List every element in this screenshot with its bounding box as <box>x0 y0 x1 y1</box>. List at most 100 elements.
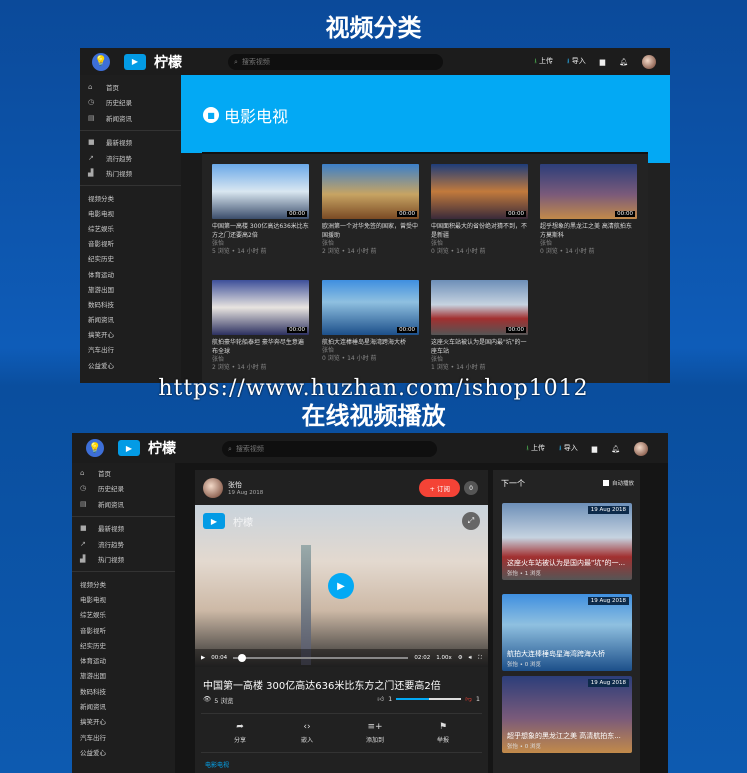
share-button[interactable]: ➦ 分享 <box>215 722 265 744</box>
sidebar-item-trending[interactable]: ↗ 流行趋势 <box>80 150 181 166</box>
upload-button[interactable]: ⭳ 上传 <box>526 443 545 455</box>
fullscreen-icon[interactable]: ⛶ <box>478 655 482 662</box>
sidebar-category-item[interactable]: 新闻资讯 <box>72 698 175 713</box>
video-thumbnail[interactable]: 00:00 <box>212 164 309 219</box>
sidebar-item-trending[interactable]: ↗ 流行趋势 <box>72 536 175 552</box>
channel-name[interactable]: 张怡 <box>228 480 263 490</box>
video-card[interactable]: 00:00 超乎想象的黑龙江之美 高清航拍东方莫斯科 张怡 0 浏览 • 14 小时 … <box>540 164 637 256</box>
sidebar-category-item[interactable]: 新闻资讯 <box>80 312 181 327</box>
sidebar-category-item[interactable]: 数码科技 <box>80 296 181 311</box>
sidebar-category-item[interactable]: 综艺娱乐 <box>80 220 181 235</box>
video-thumbnail[interactable]: 00:00 <box>431 280 528 335</box>
sidebar-item-news[interactable]: ▤ 新闻资讯 <box>80 110 181 126</box>
import-button[interactable]: ⭳ 导入 <box>567 56 586 68</box>
video-thumbnail[interactable]: 00:00 <box>322 164 419 219</box>
logo-play-icon: ▶ <box>124 53 146 70</box>
sidebar-category-item[interactable]: 旅游出国 <box>72 668 175 683</box>
video-card-title[interactable]: 航拍大连棒棰岛星海湾跨海大桥 <box>322 338 419 347</box>
video-thumbnail[interactable]: 00:00 <box>212 280 309 335</box>
sidebar-item-latest[interactable]: ■ 最新视频 <box>72 521 175 537</box>
sidebar-category-item[interactable]: 公益爱心 <box>80 357 181 372</box>
video-card[interactable]: 00:00 航拍大连棒棰岛星海湾跨海大桥 张怡 0 浏览 • 14 小时 前 <box>322 280 419 363</box>
sidebar-item-news[interactable]: ▤ 新闻资讯 <box>72 496 175 512</box>
bell-icon[interactable]: 🔔︎ <box>619 58 628 66</box>
report-button[interactable]: ⚑ 举报 <box>418 722 468 744</box>
sidebar-item-hot[interactable]: ▟ 热门视频 <box>80 166 181 182</box>
category-link[interactable]: 电影电视 <box>205 760 229 769</box>
search-input[interactable]: ⌕ 搜索视频 <box>222 441 437 457</box>
video-card[interactable]: 00:00 欧洲第一个对华免签的国家，曾受中国援助 张怡 2 浏览 • 14 小时 前 <box>322 164 419 256</box>
sidebar-category-item[interactable]: 旅游出国 <box>80 281 181 296</box>
search-input[interactable]: ⌕ 搜索视频 <box>228 54 443 70</box>
like-icon[interactable]: 👍︎ <box>377 695 384 703</box>
avatar[interactable] <box>634 442 648 456</box>
video-card-title[interactable]: 欧洲第一个对华免签的国家，曾受中国援助 <box>322 222 419 240</box>
video-thumbnail[interactable]: 00:00 <box>540 164 637 219</box>
add-to-playlist-button[interactable]: ≡+ 添加到 <box>350 722 400 744</box>
upload-button[interactable]: ⭳ 上传 <box>534 56 553 68</box>
sidebar-category-item[interactable]: 视频分类 <box>80 190 181 205</box>
video-thumbnail[interactable]: 00:00 <box>322 280 419 335</box>
play-button-icon[interactable]: ▶ <box>201 655 205 661</box>
video-card[interactable]: 00:00 航拍豪华轮船泰坦 豪华奔尽生意遍布全球 张怡 2 浏览 • 14 小时 前 <box>212 280 309 372</box>
fullscreen-expand-icon[interactable]: ⤢ <box>462 512 480 530</box>
video-card[interactable]: 00:00 中国面积最大的省份绝对猜不到，不是新疆 张怡 0 浏览 • 14 小时 前 <box>431 164 528 256</box>
sidebar-item-history[interactable]: ◷ 历史纪录 <box>80 95 181 111</box>
bell-icon[interactable]: 🔔︎ <box>611 445 620 453</box>
autoplay-toggle[interactable]: 自动播放 <box>602 479 634 487</box>
bulb-icon[interactable]: 💡 <box>92 52 110 71</box>
sidebar-category-item[interactable]: 汽车出行 <box>72 729 175 744</box>
sidebar-category-item[interactable]: 音影视听 <box>72 622 175 637</box>
sidebar-category-item[interactable]: 视频分类 <box>72 576 175 591</box>
sidebar-category-item[interactable]: 数码科技 <box>72 683 175 698</box>
seek-bar[interactable] <box>233 654 409 662</box>
sidebar-item-home[interactable]: ⌂ 首页 <box>80 79 181 95</box>
play-icon[interactable]: ▶ <box>328 573 354 599</box>
subscribe-button[interactable]: + 订阅 <box>419 479 460 497</box>
video-card-title[interactable]: 这座火车站被认为是国内最"坑"的一座车站 <box>431 338 528 356</box>
sidebar-item-latest[interactable]: ■ 最新视频 <box>80 135 181 151</box>
import-button[interactable]: ⭳ 导入 <box>559 443 578 455</box>
sidebar: ⌂ 首页 ◷ 历史纪录 ▤ 新闻资讯 ■ 最新视频 ↗ 流行趋势 ▟ 热门视频 视频分类 电影… <box>80 75 181 383</box>
sidebar-category-item[interactable]: 综艺娱乐 <box>72 607 175 622</box>
settings-icon[interactable]: ⚙ <box>458 655 463 661</box>
sidebar-category-item[interactable]: 电影电视 <box>80 205 181 220</box>
sidebar-category-item[interactable]: 纪实历史 <box>80 251 181 266</box>
channel-avatar[interactable] <box>203 478 223 498</box>
messages-icon[interactable]: ▆ <box>592 445 597 453</box>
sidebar-category-item[interactable]: 体育运动 <box>80 266 181 281</box>
messages-icon[interactable]: ▆ <box>600 58 605 66</box>
video-card[interactable]: 00:00 中国第一高楼 300亿高达636米比东方之门还要高2倍 张怡 5 浏览 •… <box>212 164 309 256</box>
player-logo-icon: ▶ <box>203 513 225 529</box>
video-card[interactable]: 00:00 这座火车站被认为是国内最"坑"的一座车站 张怡 1 浏览 • 14 小时 … <box>431 280 528 372</box>
sidebar-item-home[interactable]: ⌂ 首页 <box>72 465 175 481</box>
sidebar-category-item[interactable]: 汽车出行 <box>80 342 181 357</box>
sidebar-category-item[interactable]: 体育运动 <box>72 652 175 667</box>
video-card-title[interactable]: 中国面积最大的省份绝对猜不到，不是新疆 <box>431 222 528 240</box>
dislike-icon[interactable]: 👎︎ <box>465 695 472 703</box>
sidebar-category-item[interactable]: 电影电视 <box>72 591 175 606</box>
sidebar-item-hot[interactable]: ▟ 热门视频 <box>72 552 175 568</box>
bulb-icon[interactable]: 💡 <box>86 439 104 457</box>
embed-button[interactable]: ‹› 嵌入 <box>282 722 332 744</box>
video-card-title[interactable]: 中国第一高楼 300亿高达636米比东方之门还要高2倍 <box>212 222 309 240</box>
sidebar-category-item[interactable]: 搞笑开心 <box>80 327 181 342</box>
autoplay-checkbox[interactable] <box>602 480 609 486</box>
sidebar-category-item[interactable]: 纪实历史 <box>72 637 175 652</box>
sidebar-category-item[interactable]: 音影视听 <box>80 236 181 251</box>
video-card-author: 张怡 <box>322 347 335 354</box>
video-player[interactable]: ▶ 柠檬 ⤢ ▶ ▶ 00:04 02:02 1.00x ⚙ 🔊︎ ⛶ <box>195 505 488 667</box>
speed-button[interactable]: 1.00x <box>436 655 452 661</box>
sidebar-category-item[interactable]: 搞笑开心 <box>72 714 175 729</box>
avatar[interactable] <box>642 55 656 69</box>
video-card-title[interactable]: 超乎想象的黑龙江之美 高清航拍东方莫斯科 <box>540 222 637 240</box>
video-card-title[interactable]: 航拍豪华轮船泰坦 豪华奔尽生意遍布全球 <box>212 338 309 356</box>
next-video-item[interactable]: 19 Aug 2018 航拍大连棒棰岛星海湾跨海大桥 张怡 • 0 浏览 <box>502 594 632 671</box>
sidebar-item-history[interactable]: ◷ 历史纪录 <box>72 481 175 497</box>
duration-badge: 00:00 <box>506 211 526 217</box>
next-video-item[interactable]: 19 Aug 2018 超乎想象的黑龙江之美 高清航拍东... 张怡 • 0 浏览 <box>502 676 632 753</box>
sidebar-category-item[interactable]: 公益爱心 <box>72 744 175 759</box>
volume-icon[interactable]: 🔊︎ <box>469 655 472 662</box>
video-thumbnail[interactable]: 00:00 <box>431 164 528 219</box>
next-video-item[interactable]: 19 Aug 2018 这座火车站被认为是国内最"坑"的一... 张怡 • 1 浏览 <box>502 503 632 580</box>
